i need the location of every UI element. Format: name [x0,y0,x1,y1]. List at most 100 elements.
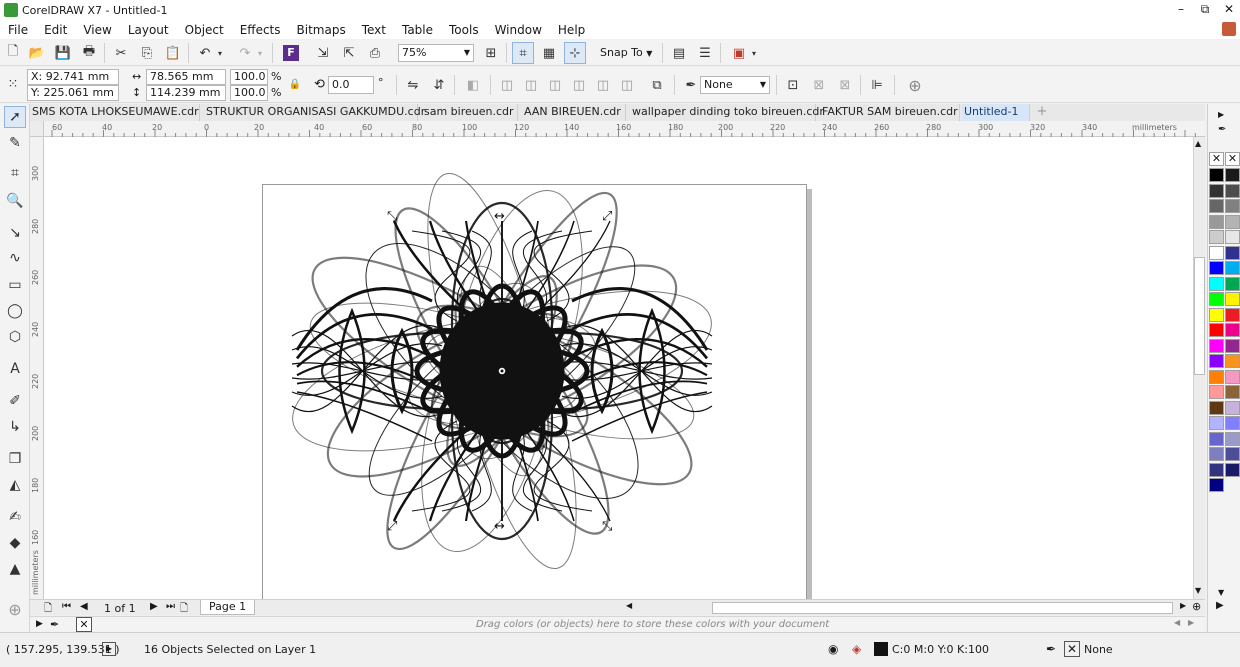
align-distribute-icon[interactable]: ⊫ [866,74,888,96]
zoom-page-icon[interactable]: ⊞ [480,42,502,64]
menu-tools[interactable]: Tools [441,23,487,37]
color-swatch[interactable] [1225,416,1240,430]
menu-view[interactable]: View [75,23,119,37]
color-swatch[interactable] [1225,168,1240,182]
palette-menu-icon[interactable]: ▶ [36,619,43,629]
color-swatch[interactable] [1225,276,1240,291]
options-icon[interactable]: ☰ [694,42,716,64]
menu-bitmaps[interactable]: Bitmaps [289,23,354,37]
copy-icon[interactable]: ⎘ [136,42,158,64]
welcome-screen-icon[interactable]: ▤ [668,42,690,64]
show-rulers-icon[interactable]: ⌗ [512,42,534,64]
color-swatch[interactable] [1225,431,1240,446]
color-swatch[interactable] [1209,292,1224,306]
cut-icon[interactable]: ✂ [110,42,132,64]
eyedropper-icon[interactable]: ✒ [50,618,59,631]
color-swatch[interactable] [1209,354,1224,368]
width-field[interactable]: 78.565 mm [146,69,226,85]
shape-tool-icon[interactable]: ✎ [4,132,26,154]
color-swatch[interactable] [1209,183,1224,198]
user-icon[interactable] [1222,22,1236,36]
redo-dropdown-icon[interactable]: ▾ [254,42,266,64]
tab-sms-kota[interactable]: SMS KOTA LHOKSEUMAWE.cdr [30,104,200,121]
color-swatch[interactable] [1209,462,1224,477]
color-swatch[interactable] [1225,400,1240,415]
color-swatch[interactable] [1209,199,1224,213]
outline-width-select[interactable]: None ▼ [700,76,770,94]
no-outline-swatch[interactable]: ✕ [1225,152,1240,166]
color-swatch[interactable] [1209,338,1224,353]
launcher-dropdown-icon[interactable]: ▾ [748,42,760,64]
quick-customize-icon[interactable]: ⊕ [904,74,926,96]
export-icon[interactable]: ⇱ [338,42,360,64]
mirror-horizontal-icon[interactable]: ⇋ [402,74,424,96]
menu-effects[interactable]: Effects [232,23,289,37]
open-icon[interactable]: 📂 [26,42,48,64]
color-swatch[interactable] [1209,385,1224,399]
close-button[interactable]: ✕ [1218,0,1240,20]
color-swatch[interactable] [1225,462,1240,477]
connector-tool-icon[interactable]: ↳ [4,416,26,438]
group-icon[interactable]: ⊡ [782,74,804,96]
color-proofing-icon[interactable]: ◉ [828,642,838,656]
color-swatch[interactable] [1209,230,1224,244]
scale-width-field[interactable]: 100.0 [230,69,268,85]
parallel-dimension-icon[interactable]: ✐ [4,390,26,412]
color-swatch[interactable] [1209,416,1224,430]
zoom-level-select[interactable]: 75% ▼ [398,44,474,62]
tab-struktur-organisasi[interactable]: STRUKTUR ORGANISASI GAKKUMDU.cdr [204,104,425,121]
color-swatch[interactable] [1225,183,1240,198]
color-swatch[interactable] [1209,261,1224,275]
ungroup-all-icon[interactable]: ⊠ [834,74,856,96]
intersect-icon[interactable]: ◫ [544,74,566,96]
zoom-tool-icon[interactable]: 🔍 [4,190,26,212]
previous-page-icon[interactable]: ◀ [80,601,88,612]
x-position-field[interactable]: X: 92.741 mm [27,69,119,85]
color-swatch[interactable] [1225,354,1240,368]
new-document-icon[interactable]: 🗋 [2,42,24,64]
palette-scroll-down-icon[interactable]: ▼ [1218,588,1224,597]
color-swatch[interactable] [1209,478,1224,492]
save-icon[interactable]: 💾 [52,42,74,64]
color-swatch[interactable] [1225,199,1240,213]
height-field[interactable]: 114.239 mm [146,85,226,101]
drop-shadow-tool-icon[interactable]: ❐ [4,448,26,470]
first-page-icon[interactable]: ⏮ [62,601,71,612]
color-swatch[interactable] [1209,447,1224,461]
menu-help[interactable]: Help [550,23,593,37]
play-icon[interactable]: ▶ [102,642,116,656]
color-swatch[interactable] [1209,168,1224,182]
artistic-media-icon[interactable]: ∿ [4,247,26,269]
menu-table[interactable]: Table [394,23,441,37]
palette-scroll-right-icon[interactable]: ▶ [1188,618,1194,627]
color-swatch[interactable] [1209,307,1224,322]
ellipse-tool-icon[interactable]: ◯ [4,300,26,322]
front-minus-back-icon[interactable]: ◫ [592,74,614,96]
ruler-origin[interactable] [30,121,44,137]
color-swatch[interactable] [1209,400,1224,415]
document-palette[interactable]: ▶ ✒ ✕ Drag colors (or objects) here to s… [30,616,1205,632]
polygon-tool-icon[interactable]: ⬡ [4,326,26,348]
palette-scroll-up-icon[interactable]: ▶ [1218,110,1224,119]
weld-icon[interactable]: ◫ [496,74,518,96]
page-tab[interactable]: Page 1 [200,600,256,615]
vertical-scrollbar[interactable]: ▲ ▼ [1193,137,1205,599]
color-swatch[interactable] [1225,307,1240,322]
color-swatch[interactable] [1225,245,1240,260]
search-content-icon[interactable]: F [280,42,302,64]
menu-layout[interactable]: Layout [120,23,177,37]
color-swatch[interactable] [1225,214,1240,229]
selected-ornament-graphic[interactable]: ⤡ ↔ ⤢ ⤢ ↔ ⤡ [44,137,1193,599]
menu-edit[interactable]: Edit [36,23,75,37]
add-tab-button[interactable]: + [1032,104,1050,121]
to-curves-icon[interactable]: ◧ [462,74,484,96]
import-icon[interactable]: ⇲ [312,42,334,64]
menu-file[interactable]: File [0,23,36,37]
tab-faktur-sam[interactable]: FAKTUR SAM bireuen.cdr [820,104,960,121]
scroll-right-icon[interactable]: ▶ [1180,601,1186,610]
color-swatch[interactable] [1225,323,1240,337]
color-swatch[interactable] [1225,292,1240,306]
color-swatch[interactable] [1209,323,1224,337]
snap-to-button[interactable]: Snap To ▼ [600,46,652,59]
application-launcher-icon[interactable]: ▣ [728,42,750,64]
